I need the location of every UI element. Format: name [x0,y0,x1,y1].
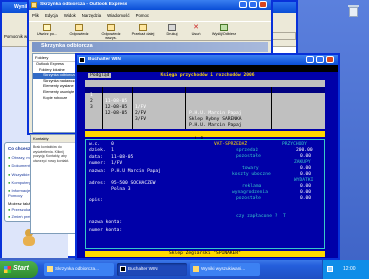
paid-question[interactable]: czy zapłacone ? T [236,214,286,220]
delete-button[interactable]: ✕ Usuń [186,22,206,40]
system-tray: 12:00 [322,260,369,279]
column-separator [102,87,103,129]
other-income-label: pozostałe [236,154,261,159]
column-separator [271,87,272,129]
buchalter-titlebar: Buchalter WIN [77,55,338,65]
minimize-button[interactable] [239,1,247,8]
search-task-icon [193,266,199,272]
network-icon[interactable] [327,266,333,272]
folders-header: Foldery [33,54,77,62]
folder-drafts[interactable]: Kopie robocze [33,96,77,102]
green-arrow-icon: ● [8,163,11,168]
detail-dziek: dziek. 1 [89,148,114,153]
task-search-label: Wyniki wyszukiwani... [201,266,246,271]
column-separator [185,87,186,129]
folders-pane: Foldery Outlook Express Foldery lokalne … [32,53,78,133]
create-mail-button[interactable]: Utwórz po... [32,22,62,40]
reply-all-button[interactable]: Odpowiedz wszys. [96,22,126,40]
menu-edit[interactable]: Edycja [45,13,58,18]
forward-icon [139,24,147,31]
buchalter-app-icon [79,57,85,63]
green-arrow-icon: ● [8,155,11,160]
send-receive-icon [220,24,228,31]
green-arrow-icon: ● [8,172,11,177]
detail-nazwa: nazwa: P.H.U Marcin Papaj [89,169,161,174]
buchalter-close-button[interactable] [326,56,334,63]
printer-icon [168,24,176,31]
print-button[interactable]: Drukuj [160,22,184,40]
detail-numer: numer: 1/FV [89,161,123,166]
taskbar: Start Skrzynka odbiorcza... Buchalter WI… [0,260,369,279]
send-receive-button[interactable]: Wyślij/Odbierz [208,22,240,40]
buchalter-tabbar: Podgląd Wydruk Przeprawy [77,65,338,92]
column-separator [132,87,133,129]
task-outlook-label: Skrzynka odbiorcza... [55,266,99,271]
buchalter-footer: Sklep Żeglarski "SPINAKER" [85,251,325,257]
date-column-header[interactable] [270,32,296,40]
task-outlook[interactable]: Skrzynka odbiorcza... [44,263,114,276]
detail-account-name: nazwa konta: [89,220,123,225]
windows-logo-icon [4,266,11,273]
ledger-header-row: L.p. data numer nazwa opis [85,80,325,121]
reply-all-icon [107,24,115,31]
other-expenses-value[interactable]: 0.00 [300,196,311,202]
clock[interactable]: 12:00 [343,266,356,272]
search-link-docs[interactable]: ● Dokumenty [8,163,32,168]
recycle-bin-icon[interactable] [348,4,359,17]
menu-help[interactable]: Pomoc [136,13,149,18]
menu-message[interactable]: Wiadomość [107,13,129,18]
maximize-button[interactable] [249,1,257,8]
task-buchalter[interactable]: Buchalter WIN [117,263,187,276]
menu-view[interactable]: Widok [64,13,76,18]
buchalter-title: Buchalter WIN [88,57,121,62]
new-mail-icon [43,24,51,31]
detail-adres-line2: Polna 3 [89,187,131,192]
other-expenses-label: pozostałe [236,196,261,201]
outlook-title: Skrzynka odbiorcza - Outlook Express [40,2,128,7]
table-row[interactable]: 3 12-08-05 3/FV P.H.U. Marcin Papaj [85,99,325,128]
side-costs-label: koszty uboczne [232,172,271,177]
contacts-pane: Kontakty Brak kontaktów do wyświetlenia.… [30,134,76,234]
buchalter-maximize-button[interactable] [316,56,324,63]
inbox-banner-title: Skrzynka odbiorcza [41,43,93,49]
outlook-task-icon [47,266,53,272]
reply-icon [75,24,83,31]
detail-panel: w.c. 0 dziek. 1 data: 11-08-05 numer: 1/… [85,139,325,249]
buchalter-window: Buchalter WIN Podgląd Wydruk Przeprawy K… [75,53,340,260]
ledger-table: 1 11-08-05 1/FV P.H.U. Marcin Papaj 2 12… [85,87,325,129]
forward-button[interactable]: Przekaż dalej [128,22,158,40]
start-button[interactable]: Start [0,261,38,278]
outlook-toolbar: Utwórz po... Odpowiedz Odpowiedz wszys. … [29,21,271,41]
outlook-app-icon [31,2,37,8]
menu-file[interactable]: Plik [32,13,39,18]
lp-bar: L.P. 1 [85,131,325,148]
reply-button[interactable]: Odpowiedz [64,22,94,40]
contacts-empty-text: Brak kontaktów do wyświetlenia. Kliknij … [33,145,70,163]
start-label: Start [13,265,29,272]
buchalter-task-icon [120,266,126,272]
green-arrow-icon: ● [8,207,11,212]
menu-tools[interactable]: Narzędzia [82,13,101,18]
detail-account-number: numer konta: [89,228,123,233]
task-buchalter-label: Buchalter WIN [128,266,158,271]
contacts-header[interactable]: Kontakty [31,135,75,143]
inbox-banner: Skrzynka odbiorcza [32,42,268,52]
green-arrow-icon: ● [8,180,11,185]
detail-opis: opis: [89,198,103,203]
buchalter-minimize-button[interactable] [306,56,314,63]
outlook-menubar: Plik Edycja Widok Narzędzia Wiadomość Po… [29,10,271,20]
green-arrow-icon: ● [8,214,11,219]
ledger-title: Księga przychodów i rozchodów 2006 [160,73,255,78]
task-search[interactable]: Wyniki wyszukiwani... [190,263,260,276]
delete-icon: ✕ [193,24,199,31]
close-button[interactable] [259,1,267,8]
outlook-titlebar: Skrzynka odbiorcza - Outlook Express [29,0,271,10]
